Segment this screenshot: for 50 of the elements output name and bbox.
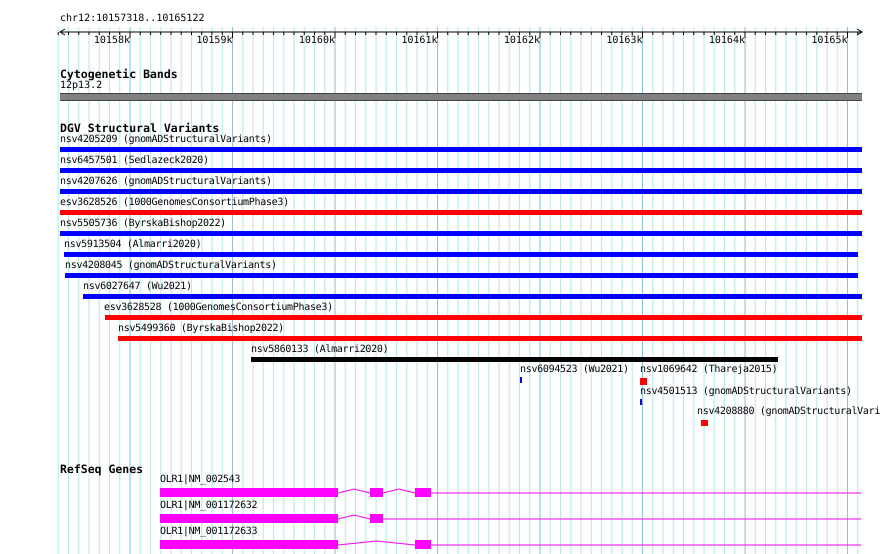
transcript-drawing[interactable] <box>160 514 862 523</box>
variant-label: nsv5505736 (ByrskaBishop2022) <box>60 218 226 230</box>
tick-label: 10158k <box>94 35 130 47</box>
variant-marker[interactable] <box>520 377 522 383</box>
track-title: Cytogenetic Bands <box>59 68 178 80</box>
tick-label: 10159k <box>196 35 232 47</box>
variant-label: esv3628526 (1000GenomesConsortiumPhase3) <box>60 197 289 209</box>
variant-bar[interactable] <box>64 252 858 257</box>
transcript-label: OLR1|NM_002543 <box>160 474 240 486</box>
variant-label: nsv4501513 (gnomADStructuralVariants) <box>640 386 852 398</box>
variant-bar[interactable] <box>105 315 862 320</box>
variant-bar[interactable] <box>118 336 862 341</box>
variant-bar[interactable] <box>60 168 862 173</box>
variant-label: nsv6094523 (Wu2021) <box>520 364 629 376</box>
variant-label: esv3628528 (1000GenomesConsortiumPhase3) <box>104 302 333 314</box>
tick-label: 10160k <box>298 35 335 47</box>
variant-bar[interactable] <box>251 357 778 362</box>
variant-label: nsv6027647 (Wu2021) <box>83 281 192 293</box>
variant-label: nsv4205209 (gnomADStructuralVariants) <box>60 134 272 146</box>
tick-label: 10164k <box>708 35 745 47</box>
variant-marker[interactable] <box>640 378 647 385</box>
tick-label: 10165k <box>811 35 848 47</box>
variant-label: nsv4207626 (gnomADStructuralVariants) <box>60 176 272 188</box>
variant-label: nsv4208045 (gnomADStructuralVariants) <box>65 260 277 272</box>
transcript-label: OLR1|NM_001172632 <box>160 500 258 512</box>
cytoband-bar[interactable] <box>60 93 862 101</box>
track-title: DGV Structural Variants <box>59 122 220 134</box>
variant-bar[interactable] <box>60 210 862 215</box>
variant-label: nsv5913504 (Almarri2020) <box>64 239 202 251</box>
variant-label: nsv5860133 (Almarri2020) <box>251 344 388 356</box>
transcript-label: OLR1|NM_001172633 <box>160 526 258 538</box>
variant-label: nsv5499360 (ByrskaBishop2022) <box>118 323 284 335</box>
variant-label: nsv4208880 (gnomADStructuralVari <box>697 406 880 418</box>
location-label: chr12:10157318..10165122 <box>59 12 204 25</box>
band-label: 12p13.2 <box>60 80 102 92</box>
transcript-drawing[interactable] <box>160 488 862 497</box>
tick-label: 10162k <box>504 35 540 47</box>
variant-bar[interactable] <box>60 147 862 152</box>
tick-label: 10161k <box>401 35 438 47</box>
track-title: RefSeq Genes <box>59 463 144 475</box>
variant-bar[interactable] <box>65 273 858 278</box>
variant-bar[interactable] <box>83 294 862 299</box>
tick-label: 10163k <box>606 35 642 47</box>
transcript-drawing[interactable] <box>160 540 862 549</box>
variant-bar[interactable] <box>60 189 862 194</box>
variant-marker[interactable] <box>640 399 642 405</box>
variant-label: nsv1069642 (Thareja2015) <box>640 364 778 376</box>
variant-bar[interactable] <box>60 231 862 236</box>
variant-marker[interactable] <box>701 420 708 426</box>
variant-label: nsv6457501 (Sedlazeck2020) <box>60 155 209 167</box>
